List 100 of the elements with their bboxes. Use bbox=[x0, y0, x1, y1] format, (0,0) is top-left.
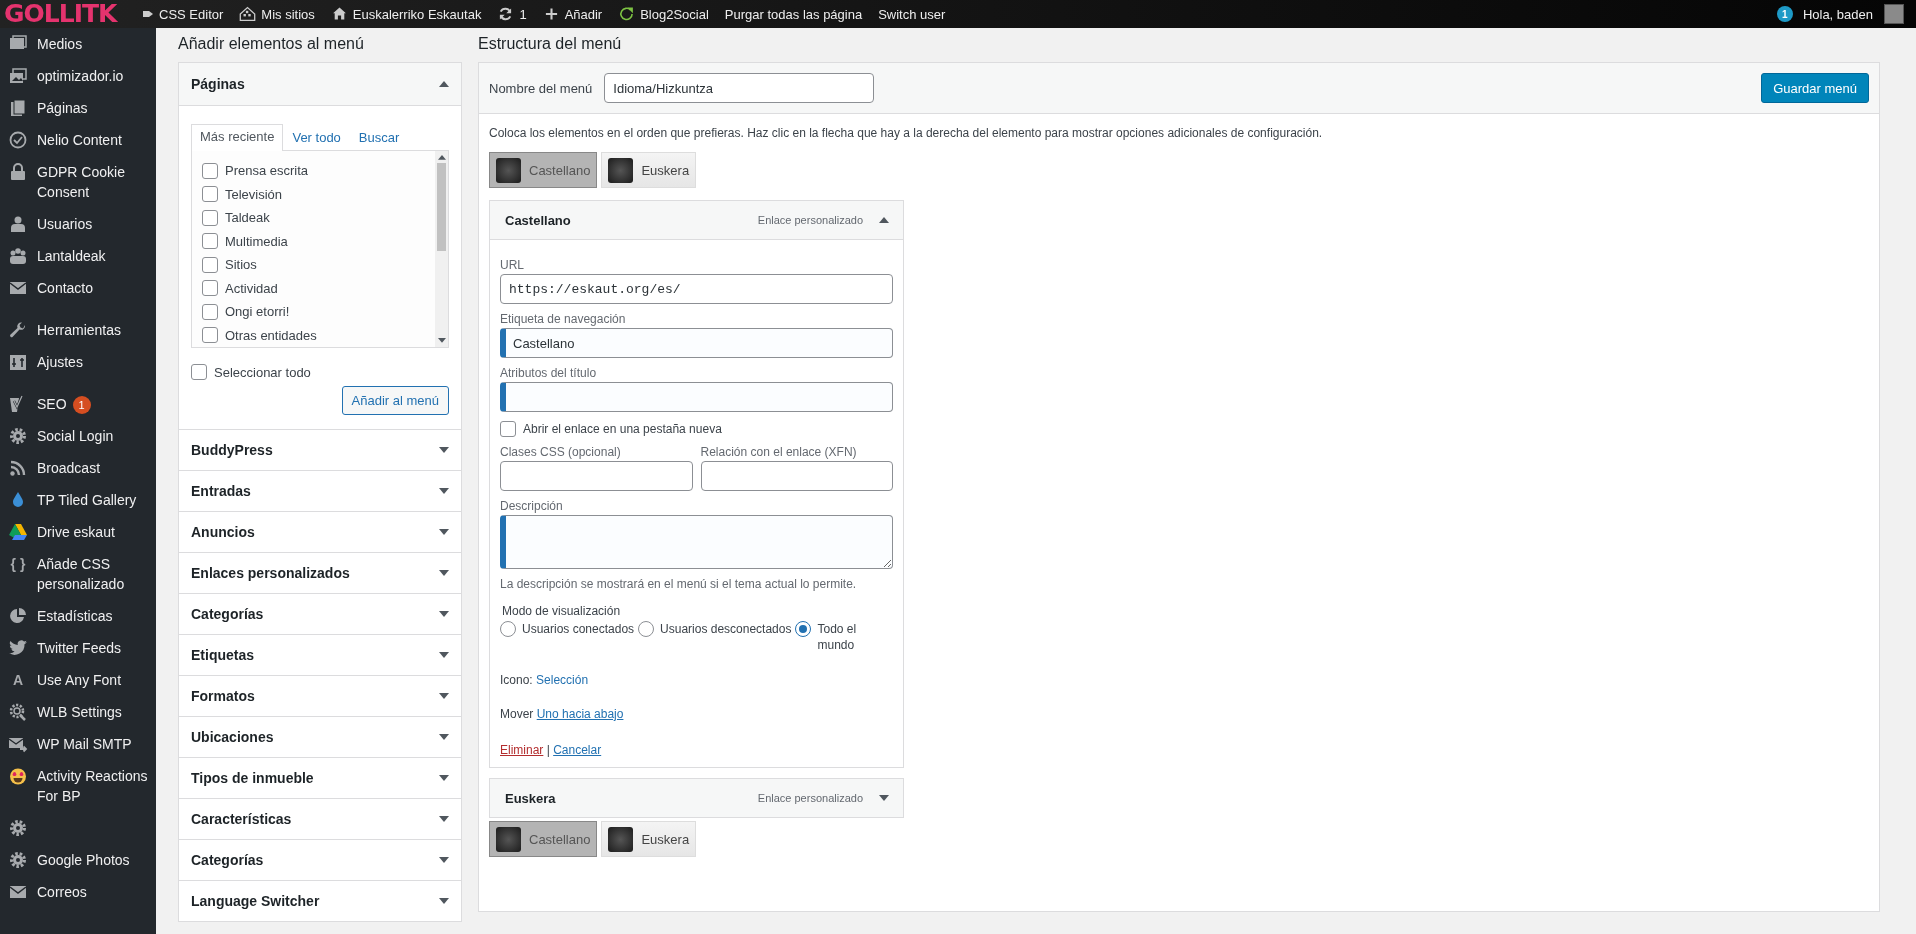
cancel-link[interactable]: Cancelar bbox=[553, 743, 602, 757]
settings-icon bbox=[8, 818, 28, 839]
menu-label: SEO 1 bbox=[37, 394, 91, 415]
tab[interactable]: Más reciente bbox=[191, 124, 284, 151]
group-icon bbox=[8, 246, 28, 266]
field-label: Atributos del título bbox=[500, 366, 598, 380]
toolbar-link[interactable]: Añadir bbox=[534, 0, 611, 28]
notification-badge: 1 bbox=[72, 396, 91, 415]
sidebar-item[interactable]: Estadísticas bbox=[0, 600, 156, 633]
sidebar-item[interactable]: Activity Reactions For BP bbox=[0, 760, 156, 813]
language-chip[interactable]: Castellano bbox=[489, 152, 598, 188]
sidebar-item[interactable]: GDPR Cookie Consent bbox=[0, 156, 156, 208]
field-label: Clases CSS (opcional) bbox=[500, 445, 622, 459]
user-icon bbox=[8, 214, 28, 234]
language-chip[interactable]: Euskera bbox=[601, 821, 697, 857]
sidebar-item[interactable]: Twitter Feeds bbox=[0, 632, 156, 665]
sidebar-item[interactable]: Google Photos bbox=[0, 844, 156, 877]
language-chip[interactable]: Euskera bbox=[601, 152, 697, 188]
checkbox[interactable] bbox=[500, 421, 516, 437]
checkbox[interactable] bbox=[202, 256, 218, 273]
text-field[interactable] bbox=[500, 461, 693, 491]
menu-item-title: Euskera bbox=[505, 790, 557, 806]
toolbar-link[interactable]: Switch user bbox=[870, 0, 954, 28]
text-area[interactable] bbox=[500, 515, 893, 569]
sidebar-item[interactable]: Medios bbox=[0, 28, 156, 60]
checkbox[interactable] bbox=[202, 233, 218, 250]
tab[interactable]: Buscar bbox=[349, 125, 409, 150]
checkbox[interactable] bbox=[202, 303, 218, 320]
radio-button[interactable] bbox=[500, 621, 516, 637]
menu-label: Broadcast bbox=[37, 459, 101, 479]
toolbar-link[interactable]: Mis sitios bbox=[231, 0, 323, 28]
menu-item-header[interactable]: Euskera Enlace personalizado bbox=[490, 779, 903, 817]
sidebar-item[interactable]: Broadcast bbox=[0, 452, 156, 485]
sidebar-item[interactable]: Lantaldeak bbox=[0, 240, 156, 272]
site-logo[interactable]: GOLLITK bbox=[0, 0, 134, 28]
image-placeholder bbox=[608, 157, 634, 183]
menu-label: Páginas bbox=[37, 99, 88, 118]
checkbox[interactable] bbox=[202, 280, 218, 297]
save-menu-button[interactable]: Guardar menú bbox=[1761, 73, 1869, 103]
checkbox[interactable] bbox=[202, 327, 218, 344]
checkbox-label: Ongi etorri! bbox=[225, 304, 290, 320]
sidebar-item[interactable]: Contacto bbox=[0, 272, 156, 304]
checkbox-label: Otras entidades bbox=[225, 327, 317, 343]
sidebar-item[interactable]: A Use Any Font bbox=[0, 664, 156, 697]
toolbar-link[interactable]: Euskalerriko Eskautak bbox=[322, 0, 490, 28]
move-down-link[interactable]: Uno hacia abajo bbox=[536, 707, 624, 721]
sidebar-item[interactable]: Páginas bbox=[0, 92, 156, 124]
image-placeholder bbox=[608, 826, 634, 852]
menu-label: Social Login bbox=[37, 427, 114, 447]
language-chip[interactable]: Castellano bbox=[489, 821, 598, 857]
radio-button[interactable] bbox=[795, 621, 812, 637]
add-to-menu-button[interactable]: Añadir al menú bbox=[341, 386, 449, 415]
menu-label: Activity Reactions For BP bbox=[37, 767, 149, 807]
sidebar-item[interactable]: SEO 1 bbox=[0, 388, 156, 421]
toolbar-link[interactable]: Blog2Social bbox=[610, 0, 717, 28]
radio-label: Todo el mundo bbox=[817, 621, 858, 653]
sidebar-item[interactable]: WP Mail SMTP bbox=[0, 728, 156, 761]
sidebar-item[interactable]: Herramientas bbox=[0, 314, 156, 346]
gears-icon bbox=[8, 702, 28, 723]
sidebar-item[interactable]: { } Añade CSS personalizado bbox=[0, 548, 156, 601]
menu-label: Drive eskaut bbox=[37, 523, 115, 543]
toolbar-link[interactable]: Purgar todas las página bbox=[716, 0, 871, 28]
tab[interactable]: Ver todo bbox=[283, 125, 350, 150]
toolbar-link[interactable]: 1 bbox=[489, 0, 535, 28]
sidebar-item[interactable]: Ajustes bbox=[0, 346, 156, 378]
text-field[interactable] bbox=[700, 461, 893, 491]
menu-name-field[interactable]: Idioma/Hizkuntza bbox=[604, 73, 875, 103]
checkbox[interactable] bbox=[202, 186, 218, 203]
sidebar-item[interactable]: Drive eskaut bbox=[0, 516, 156, 549]
menu-label: Medios bbox=[37, 35, 83, 54]
checkbox-label: Abrir el enlace en una pestaña nueva bbox=[523, 422, 722, 436]
checkbox[interactable] bbox=[202, 209, 218, 226]
sidebar-item[interactable]: TP Tiled Gallery bbox=[0, 484, 156, 517]
toolbar-link[interactable]: CSS Editor bbox=[134, 0, 232, 28]
sidebar-item[interactable]: optimizador.io bbox=[0, 60, 156, 92]
sidebar-item[interactable]: WLB Settings bbox=[0, 696, 156, 729]
menu-label: TP Tiled Gallery bbox=[37, 491, 137, 511]
radio-button[interactable] bbox=[638, 621, 655, 637]
field-label: Modo de visualización bbox=[502, 603, 622, 619]
avatar-placeholder bbox=[1884, 4, 1904, 24]
checkbox[interactable] bbox=[202, 162, 218, 179]
checkbox[interactable] bbox=[191, 364, 207, 380]
text-field[interactable] bbox=[500, 382, 893, 412]
field-label: Relación con el enlace (XFN) bbox=[700, 445, 858, 459]
sidebar-item[interactable]: Usuarios bbox=[0, 208, 156, 240]
sidebar-item[interactable]: Nelio Content bbox=[0, 124, 156, 156]
text-field[interactable]: Castellano bbox=[500, 328, 893, 358]
menu-item-header[interactable]: Castellano Enlace personalizado bbox=[490, 201, 903, 239]
icon-select-link[interactable]: Selección bbox=[536, 673, 589, 687]
sidebar-item[interactable]: Social Login bbox=[0, 420, 156, 453]
checkbox-label: Taldeak bbox=[225, 210, 270, 226]
text-field[interactable]: https://eskaut.org/es/ bbox=[500, 274, 893, 304]
account-menu[interactable]: Hola, baden bbox=[1802, 0, 1904, 28]
remove-link[interactable]: Eliminar bbox=[500, 743, 544, 757]
accordion-header[interactable]: Páginas bbox=[179, 63, 461, 106]
menu-label: Herramientas bbox=[37, 321, 122, 340]
menu-label: Google Photos bbox=[37, 851, 130, 871]
sidebar-item[interactable]: Correos bbox=[0, 876, 156, 909]
settings-icon bbox=[8, 850, 28, 871]
checkbox-label: Actividad bbox=[225, 280, 278, 296]
